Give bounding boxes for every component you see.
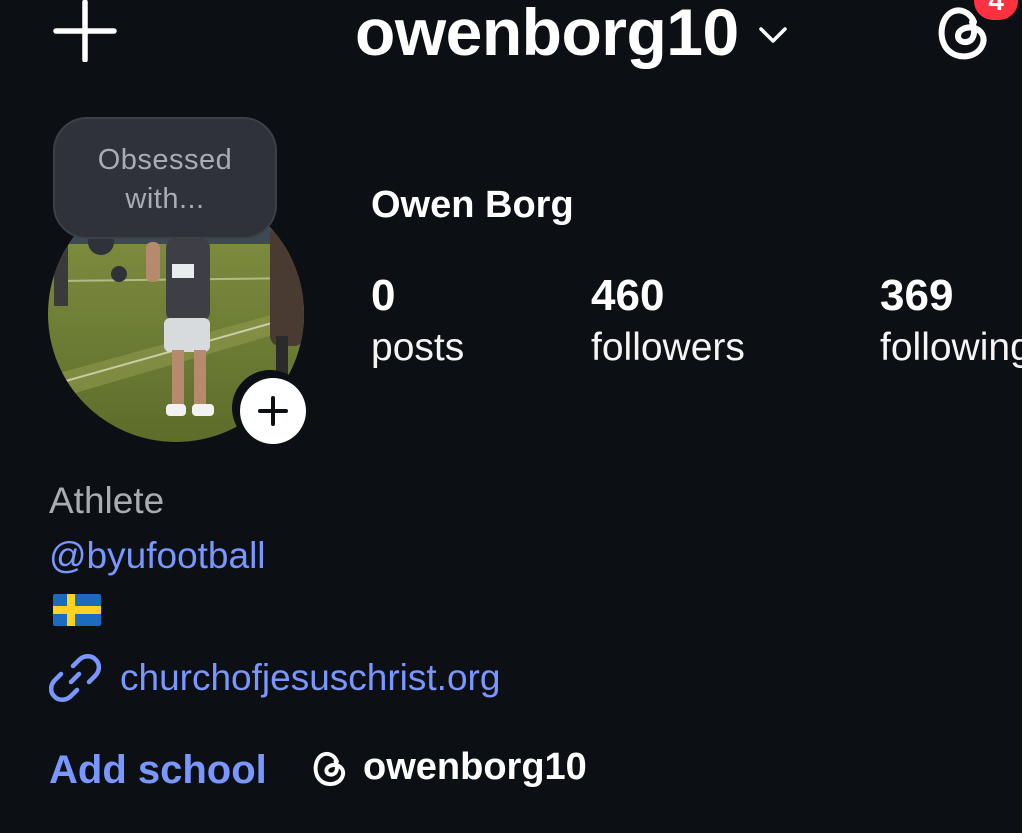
posts-count: 0	[371, 271, 396, 320]
note-bubble-tail-dot	[111, 266, 127, 282]
posts-label: posts	[371, 326, 465, 369]
profile-full-name: Owen Borg	[371, 184, 574, 226]
following-count: 369	[880, 271, 954, 320]
chevron-down-icon	[758, 27, 787, 43]
threads-icon	[313, 751, 346, 786]
create-plus-icon[interactable]	[50, 0, 120, 62]
stat-followers[interactable]: 460 followers	[591, 270, 745, 374]
followers-count: 460	[591, 271, 665, 320]
followers-label: followers	[591, 326, 745, 369]
bio-website-link[interactable]: churchofjesuschrist.org	[49, 652, 500, 704]
note-bubble[interactable]: Obsessed with...	[53, 117, 277, 239]
threads-profile-chip[interactable]: owenborg10	[308, 746, 587, 789]
plus-icon	[258, 396, 288, 426]
header-username: owenborg10	[355, 0, 739, 69]
add-story-button[interactable]	[240, 378, 306, 444]
account-switcher[interactable]: owenborg10	[355, 0, 791, 72]
sweden-flag-icon	[53, 594, 101, 626]
link-icon	[49, 654, 101, 702]
add-school-link[interactable]: Add school	[49, 748, 267, 793]
following-label: following	[880, 326, 1022, 369]
bio-category: Athlete	[49, 480, 165, 521]
stat-following[interactable]: 369 following	[880, 270, 1022, 374]
stat-posts[interactable]: 0 posts	[371, 270, 464, 374]
bio-link-text: churchofjesuschrist.org	[120, 657, 501, 698]
threads-handle: owenborg10	[363, 746, 587, 788]
bio-mention-link[interactable]: @byufootball	[49, 535, 266, 577]
